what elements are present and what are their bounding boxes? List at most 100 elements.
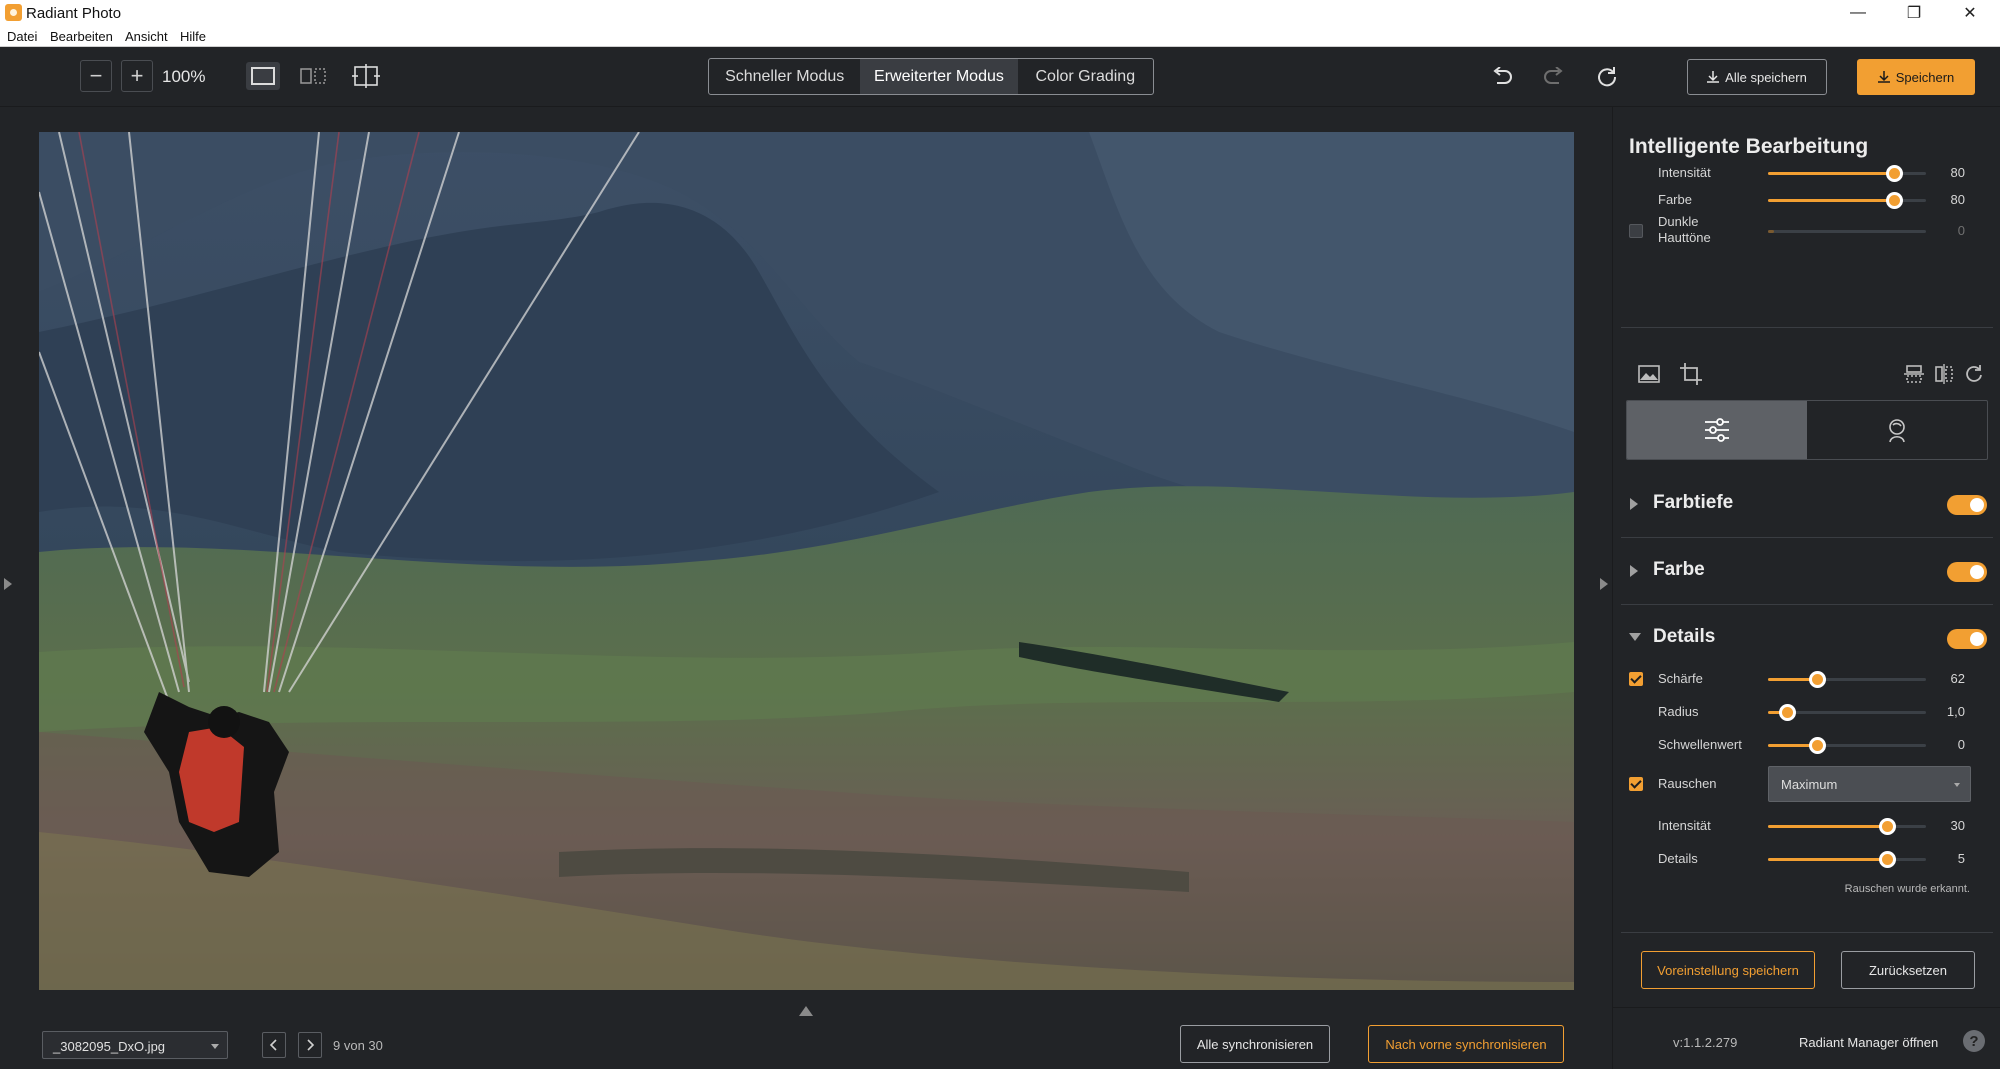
tab-adjustments[interactable] <box>1627 401 1807 459</box>
section-title: Farbtiefe <box>1653 492 1734 513</box>
slider-schwellenwert: Schwellenwert 0 <box>1613 733 2000 757</box>
left-panel-toggle-icon[interactable] <box>2 577 14 591</box>
dark-skin-checkbox[interactable] <box>1629 224 1643 238</box>
noise-row: Rauschen Maximum <box>1613 766 2000 802</box>
slider-handle[interactable] <box>1778 704 1796 721</box>
photo-preview[interactable] <box>39 132 1574 990</box>
sliders-icon <box>1705 418 1729 442</box>
next-image-button[interactable] <box>298 1032 322 1058</box>
farbe-toggle[interactable] <box>1947 562 1987 582</box>
slider-label: Radius <box>1658 704 1699 719</box>
app-window: Radiant Photo — ❐ ✕ Datei Bearbeiten Ans… <box>0 0 2000 1069</box>
save-all-label: Alle speichern <box>1725 69 1807 85</box>
zoom-out-button[interactable]: − <box>80 60 112 92</box>
tab-color-grading[interactable]: Color Grading <box>1018 59 1153 94</box>
section-title: Farbe <box>1653 559 1705 580</box>
slider-handle[interactable] <box>1808 671 1826 688</box>
slider-handle[interactable] <box>1886 192 1904 209</box>
details-toggle[interactable] <box>1947 629 1987 649</box>
download-icon <box>1707 71 1720 83</box>
section-farbtiefe[interactable]: Farbtiefe <box>1613 489 2000 519</box>
right-panel-toggle-icon[interactable] <box>1598 577 1610 591</box>
save-all-button[interactable]: Alle speichern <box>1687 59 1827 95</box>
app-logo-icon <box>5 4 22 21</box>
menu-hilfe[interactable]: Hilfe <box>180 29 206 44</box>
slider-intensitaet: Intensität 80 <box>1613 161 2000 185</box>
slider-value: 30 <box>1950 818 1965 833</box>
slider-handle[interactable] <box>1878 851 1896 868</box>
help-icon[interactable]: ? <box>1963 1030 1985 1052</box>
zoom-level: 100% <box>162 67 206 86</box>
undo-icon[interactable] <box>1488 63 1516 91</box>
slider-label: Dunkle Hauttöne <box>1658 214 1711 245</box>
sharpness-checkbox[interactable] <box>1629 672 1643 686</box>
save-preset-button[interactable]: Voreinstellung speichern <box>1641 951 1815 989</box>
sync-all-button[interactable]: Alle synchronisieren <box>1180 1025 1330 1063</box>
slider-fill <box>1768 199 1895 202</box>
slider-label: Intensität <box>1658 165 1711 180</box>
slider-value: 80 <box>1950 192 1965 207</box>
slider-value: 0 <box>1957 223 1965 238</box>
chevron-right-icon <box>1630 498 1638 510</box>
minimize-button[interactable]: — <box>1830 0 1886 26</box>
menu-datei[interactable]: Datei <box>7 29 37 44</box>
tab-erweiterter-modus[interactable]: Erweiterter Modus <box>860 59 1018 94</box>
file-select[interactable]: _3082095_DxO.jpg <box>42 1031 228 1059</box>
chevron-right-icon <box>307 1039 315 1051</box>
maximize-button[interactable]: ❐ <box>1886 0 1942 26</box>
flip-vertical-icon[interactable] <box>1900 360 1928 388</box>
slider-track[interactable] <box>1768 851 1926 868</box>
section-details[interactable]: Details <box>1613 623 2000 653</box>
filmstrip-toggle-icon[interactable] <box>798 1005 814 1017</box>
redo-icon[interactable] <box>1540 63 1568 91</box>
slider-track[interactable] <box>1768 818 1926 835</box>
slider-value: 80 <box>1950 165 1965 180</box>
farbtiefe-toggle[interactable] <box>1947 495 1987 515</box>
mode-switcher: Schneller Modus Erweiterter Modus Color … <box>708 58 1154 95</box>
face-retouch-icon <box>1889 419 1905 443</box>
previous-image-button[interactable] <box>262 1032 286 1058</box>
flip-horizontal-icon[interactable] <box>1930 360 1958 388</box>
noise-checkbox[interactable] <box>1629 777 1643 791</box>
noise-detected-note: Rauschen wurde erkannt. <box>1844 883 1970 895</box>
divider <box>1621 537 1993 538</box>
slider-handle[interactable] <box>1878 818 1896 835</box>
single-view-icon[interactable] <box>246 62 280 90</box>
tab-schneller-modus[interactable]: Schneller Modus <box>709 59 860 94</box>
slider-track[interactable] <box>1768 737 1926 754</box>
tab-portrait[interactable] <box>1807 401 1987 459</box>
image-icon[interactable] <box>1635 360 1663 388</box>
noise-mode-select[interactable]: Maximum <box>1768 766 1971 802</box>
fit-view-icon[interactable] <box>349 62 383 90</box>
window-title: Radiant Photo <box>26 5 122 22</box>
divider <box>1621 327 1993 328</box>
menu-ansicht[interactable]: Ansicht <box>125 29 168 44</box>
slider-track[interactable] <box>1768 192 1926 209</box>
canvas-area: _3082095_DxO.jpg 9 von 30 Alle synchroni… <box>0 107 1612 1069</box>
rotate-icon[interactable] <box>1960 360 1988 388</box>
close-button[interactable]: ✕ <box>1942 0 1998 26</box>
menu-bearbeiten[interactable]: Bearbeiten <box>50 29 113 44</box>
slider-track[interactable] <box>1768 230 1926 233</box>
save-button[interactable]: Speichern <box>1857 59 1975 95</box>
slider-track[interactable] <box>1768 165 1926 182</box>
slider-handle[interactable] <box>1886 165 1904 182</box>
open-manager-link[interactable]: Radiant Manager öffnen <box>1799 1035 1938 1050</box>
reset-button[interactable]: Zurücksetzen <box>1841 951 1975 989</box>
slider-value: 1,0 <box>1946 704 1965 719</box>
reset-icon[interactable] <box>1593 63 1621 91</box>
section-farbe[interactable]: Farbe <box>1613 556 2000 586</box>
slider-track[interactable] <box>1768 671 1926 688</box>
slider-track[interactable] <box>1768 704 1926 721</box>
sync-forward-button[interactable]: Nach vorne synchronisieren <box>1368 1025 1564 1063</box>
slider-value: 5 <box>1957 851 1965 866</box>
divider <box>1613 1007 2000 1008</box>
menu-bar: Datei Bearbeiten Ansicht Hilfe <box>0 26 2000 47</box>
divider <box>1621 932 1993 933</box>
split-view-icon[interactable] <box>296 62 330 90</box>
slider-fill <box>1768 825 1887 828</box>
zoom-in-button[interactable]: + <box>121 60 153 92</box>
crop-icon[interactable] <box>1677 360 1705 388</box>
slider-handle[interactable] <box>1808 737 1826 754</box>
noise-label: Rauschen <box>1658 776 1717 791</box>
